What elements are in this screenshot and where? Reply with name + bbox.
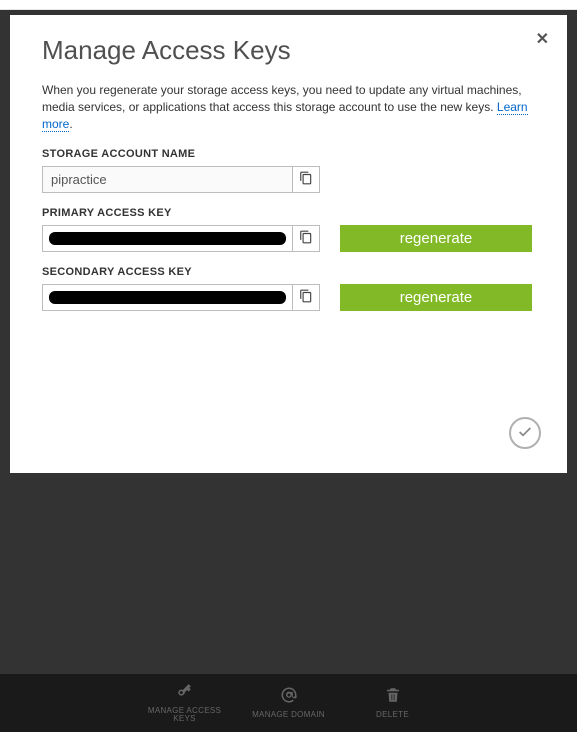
copy-icon <box>299 171 313 188</box>
storage-account-name-input[interactable] <box>42 166 293 193</box>
primary-access-key-label: PRIMARY ACCESS KEY <box>42 207 535 219</box>
storage-account-name-label: STORAGE ACCOUNT NAME <box>42 148 535 160</box>
close-button[interactable]: ✕ <box>536 29 549 49</box>
cmd-label: MANAGE ACCESS KEYS <box>145 707 225 725</box>
secondary-access-key-label: SECONDARY ACCESS KEY <box>42 266 535 278</box>
copy-account-name-button[interactable] <box>293 166 320 193</box>
confirm-button[interactable] <box>509 417 541 449</box>
cmd-label: DELETE <box>376 711 409 720</box>
key-icon <box>176 682 194 703</box>
copy-primary-key-button[interactable] <box>293 225 320 252</box>
primary-access-key-input[interactable] <box>42 225 293 252</box>
cmd-label: MANAGE DOMAIN <box>252 711 325 720</box>
dialog-title: Manage Access Keys <box>42 35 535 66</box>
command-bar: MANAGE ACCESS KEYS MANAGE DOMAIN DELETE <box>0 674 577 732</box>
secondary-access-key-input[interactable] <box>42 284 293 311</box>
check-icon <box>517 424 533 443</box>
manage-access-keys-dialog: ✕ Manage Access Keys When you regenerate… <box>10 15 567 473</box>
copy-icon <box>299 230 313 247</box>
cmd-manage-access-keys[interactable]: MANAGE ACCESS KEYS <box>145 682 225 724</box>
cmd-delete[interactable]: DELETE <box>353 686 433 720</box>
copy-secondary-key-button[interactable] <box>293 284 320 311</box>
at-icon <box>280 686 298 707</box>
dialog-description: When you regenerate your storage access … <box>42 82 535 132</box>
cmd-manage-domain[interactable]: MANAGE DOMAIN <box>249 686 329 720</box>
trash-icon <box>384 686 402 707</box>
regenerate-secondary-button[interactable]: regenerate <box>340 284 532 311</box>
regenerate-primary-button[interactable]: regenerate <box>340 225 532 252</box>
copy-icon <box>299 289 313 306</box>
